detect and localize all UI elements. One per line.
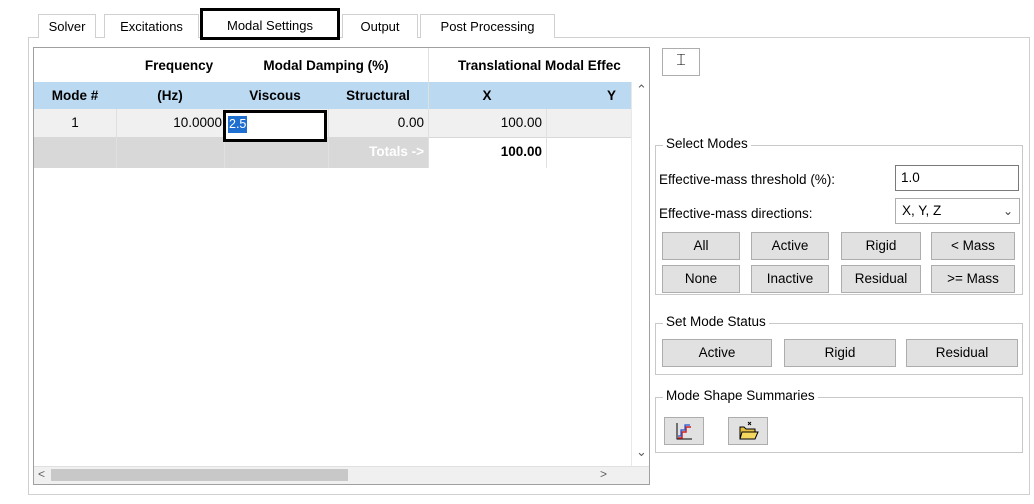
select-rigid-button[interactable]: Rigid: [841, 232, 921, 260]
modal-table: Frequency Modal Damping (%) Translationa…: [33, 47, 650, 485]
scroll-left-icon[interactable]: <: [38, 467, 45, 481]
scroll-up-icon[interactable]: ⌃: [636, 82, 647, 98]
threshold-label: Effective-mass threshold (%):: [659, 172, 836, 187]
vertical-scrollbar[interactable]: ⌃ ⌄: [631, 82, 649, 469]
totals-row: Totals -> 100.00: [34, 138, 649, 168]
pin-icon: ⌶: [676, 52, 686, 69]
cell-mode: 1: [71, 115, 79, 130]
header-y: Y: [606, 88, 616, 103]
select-residual-button[interactable]: Residual: [841, 265, 921, 293]
select-greater-mass-button[interactable]: >= Mass: [931, 265, 1015, 293]
header-structural: Structural: [346, 88, 410, 103]
chevron-down-icon: ⌄: [1002, 204, 1013, 218]
cell-structural[interactable]: 0.00: [328, 109, 424, 137]
scroll-right-icon[interactable]: >: [600, 467, 607, 481]
horizontal-scrollbar[interactable]: < >: [34, 466, 649, 484]
status-rigid-button[interactable]: Rigid: [784, 339, 896, 367]
tab-output[interactable]: Output: [342, 14, 418, 38]
table-row[interactable]: 1 10.0000 0.00 100.00: [34, 109, 649, 138]
status-active-button[interactable]: Active: [662, 339, 772, 367]
totals-label: Totals ->: [369, 144, 424, 159]
select-modes-group: Select Modes Effective-mass threshold (%…: [655, 136, 1023, 295]
set-mode-status-title: Set Mode Status: [663, 314, 769, 329]
header-frequency: Frequency: [144, 58, 214, 73]
viscous-edit-field[interactable]: 2.5: [223, 110, 327, 142]
viscous-value[interactable]: 2.5: [228, 116, 248, 133]
select-none-button[interactable]: None: [662, 265, 740, 293]
tab-solver[interactable]: Solver: [38, 14, 96, 38]
open-folder-icon: [739, 421, 759, 440]
select-all-button[interactable]: All: [662, 232, 740, 260]
scroll-down-icon[interactable]: ⌄: [636, 444, 647, 460]
tab-excitations[interactable]: Excitations: [104, 14, 199, 38]
cell-frequency: 10.0000: [173, 115, 222, 130]
directions-value: X, Y, Z: [902, 203, 942, 218]
mode-shape-summaries-title: Mode Shape Summaries: [663, 388, 818, 403]
select-modes-title: Select Modes: [663, 136, 751, 151]
header-mode-number: Mode #: [51, 88, 99, 103]
open-folder-button[interactable]: [728, 417, 768, 445]
table-header-row-2: Mode # (Hz) Viscous Structural X Y: [34, 82, 649, 109]
select-inactive-button[interactable]: Inactive: [751, 265, 829, 293]
mode-shape-summaries-group: Mode Shape Summaries: [655, 388, 1023, 453]
header-translational: Translational Modal Effec: [458, 58, 621, 73]
threshold-input[interactable]: 1.0: [895, 165, 1019, 191]
status-residual-button[interactable]: Residual: [906, 339, 1018, 367]
table-header-row-1: Frequency Modal Damping (%) Translationa…: [34, 48, 649, 82]
header-x: X: [482, 88, 492, 103]
cell-x: 100.00: [500, 115, 542, 130]
directions-label: Effective-mass directions:: [659, 206, 813, 221]
select-active-button[interactable]: Active: [751, 232, 829, 260]
set-mode-status-group: Set Mode Status Active Rigid Residual: [655, 314, 1023, 375]
tab-post-processing[interactable]: Post Processing: [420, 14, 555, 38]
pin-button[interactable]: ⌶: [662, 48, 700, 76]
stair-chart-button[interactable]: [664, 417, 704, 445]
header-modal-damping: Modal Damping (%): [263, 58, 389, 73]
stair-chart-icon: [676, 423, 692, 440]
horizontal-scroll-thumb[interactable]: [51, 469, 348, 481]
header-viscous: Viscous: [249, 88, 301, 103]
tab-modal-settings[interactable]: Modal Settings: [200, 8, 340, 40]
directions-select[interactable]: X, Y, Z ⌄: [895, 198, 1020, 224]
header-hz: (Hz): [157, 88, 183, 103]
totals-x: 100.00: [500, 144, 542, 159]
select-less-mass-button[interactable]: < Mass: [931, 232, 1015, 260]
